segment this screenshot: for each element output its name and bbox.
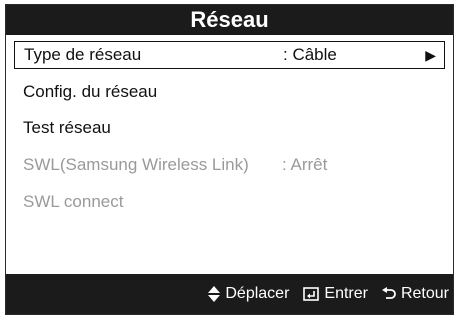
- menu-item-label: Type de réseau: [24, 45, 142, 64]
- enter-icon: [303, 287, 320, 301]
- menu-item-label: Test réseau: [23, 118, 111, 137]
- footer-hint-enter: Entrer: [303, 285, 368, 303]
- menu-item-network-type[interactable]: Type de réseau : Câble ▶: [14, 41, 445, 69]
- menu-item-value: : Câble: [283, 45, 337, 64]
- menu-item-label: SWL(Samsung Wireless Link): [23, 155, 249, 174]
- footer-hint-return: Retour: [381, 285, 449, 303]
- footer-hint-move-label: Déplacer: [225, 285, 290, 302]
- footer-hint-enter-label: Entrer: [324, 285, 368, 302]
- menu-item-swl: SWL(Samsung Wireless Link) : Arrêt: [14, 151, 445, 179]
- network-menu-panel: Réseau Type de réseau : Câble ▶ Config. …: [5, 4, 454, 315]
- menu-title-bar: Réseau: [6, 5, 453, 35]
- footer-hint-return-label: Retour: [400, 285, 449, 302]
- network-menu-list: Type de réseau : Câble ▶ Config. du rése…: [6, 35, 453, 277]
- menu-item-value: : Arrêt: [282, 155, 328, 174]
- menu-item-network-config[interactable]: Config. du réseau: [14, 78, 445, 106]
- return-icon: [381, 287, 396, 301]
- menu-item-swl-connect: SWL connect: [14, 188, 445, 216]
- menu-item-label: Config. du réseau: [23, 82, 158, 101]
- menu-title: Réseau: [190, 7, 269, 32]
- footer-hint-move: Déplacer: [208, 285, 289, 303]
- up-down-icon: [208, 286, 221, 302]
- right-arrow-icon: ▶: [425, 47, 436, 63]
- menu-item-label: SWL connect: [23, 192, 124, 211]
- menu-item-network-test[interactable]: Test réseau: [14, 114, 445, 142]
- footer-help-bar: Déplacer Entrer Retour: [6, 274, 453, 314]
- footer-hints: Déplacer Entrer Retour: [194, 274, 449, 314]
